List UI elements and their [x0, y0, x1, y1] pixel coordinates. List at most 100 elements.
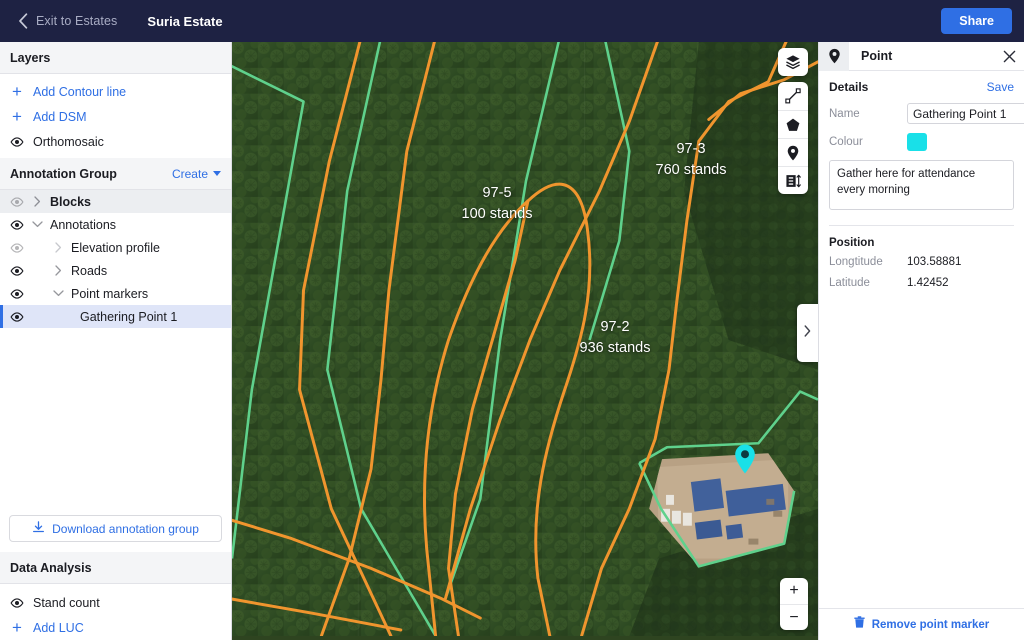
tree-item-blocks[interactable]: Blocks [0, 190, 231, 213]
latitude-label: Latitude [829, 277, 870, 289]
details-section: Details Save Name Colour [819, 71, 1024, 226]
tree-label-point-markers: Point markers [71, 286, 149, 301]
chevron-right-icon [804, 324, 811, 342]
layers-sidebar: Layers + Add Contour line + Add DSM Orth… [0, 42, 232, 640]
map-viewport[interactable]: 97-3 760 stands 97-5 100 stands 97-2 936… [232, 42, 818, 640]
chevron-right-icon[interactable] [31, 196, 43, 207]
eye-icon[interactable] [10, 597, 24, 608]
save-button[interactable]: Save [987, 80, 1014, 94]
chevron-down-icon [213, 171, 221, 176]
chevron-down-icon[interactable] [52, 290, 64, 297]
annotation-tree: Blocks Annotations Elevation profile Roa… [0, 190, 231, 328]
chevron-right-icon[interactable] [52, 242, 64, 253]
share-button[interactable]: Share [941, 8, 1012, 34]
name-input[interactable] [907, 103, 1024, 124]
latitude-row: Latitude 1.42452 [819, 277, 1024, 298]
name-field-row: Name [829, 103, 1024, 124]
plus-icon: + [12, 107, 22, 126]
add-luc-label: Add LUC [33, 620, 84, 635]
point-marker-icon[interactable] [778, 138, 808, 166]
longitude-value: 103.58881 [907, 256, 962, 268]
longitude-label: Longtitude [829, 256, 883, 268]
draw-tools-card [778, 82, 808, 194]
chevron-left-icon[interactable] [14, 12, 32, 30]
tree-label-blocks: Blocks [50, 194, 91, 209]
colour-label: Colour [829, 136, 863, 148]
data-analysis-header: Data Analysis [0, 552, 231, 584]
polygon-icon[interactable] [778, 110, 808, 138]
close-icon[interactable] [994, 42, 1024, 71]
note-textarea[interactable] [829, 160, 1014, 210]
add-dsm-button[interactable]: + Add DSM [0, 104, 231, 129]
eye-icon[interactable] [10, 242, 24, 253]
colour-swatch[interactable] [907, 133, 927, 151]
details-label: Details [829, 80, 869, 94]
plus-icon: + [12, 618, 22, 637]
download-annotation-group-button[interactable]: Download annotation group [9, 515, 222, 542]
tree-label-roads: Roads [71, 263, 108, 278]
panel-collapse-toggle[interactable] [797, 304, 818, 362]
zoom-controls: + − [780, 578, 808, 630]
create-annotation-group-button[interactable]: Create [172, 167, 221, 181]
add-contour-line-label: Add Contour line [33, 84, 127, 99]
create-label: Create [171, 166, 208, 181]
stand-count-label: Stand count [33, 595, 100, 610]
eye-icon[interactable] [10, 219, 24, 230]
remove-point-marker-label: Remove point marker [871, 618, 990, 631]
estate-name: Suria Estate [147, 13, 223, 29]
layers-list: + Add Contour line + Add DSM Orthomosaic [0, 74, 231, 158]
remove-point-marker-button[interactable]: Remove point marker [819, 608, 1024, 640]
annotation-group-header: Annotation Group Create [0, 158, 231, 190]
eye-icon[interactable] [10, 288, 24, 299]
tree-item-roads[interactable]: Roads [0, 259, 231, 282]
layer-orthomosaic[interactable]: Orthomosaic [0, 129, 231, 154]
latitude-value: 1.42452 [907, 277, 949, 289]
tree-item-point-markers[interactable]: Point markers [0, 282, 231, 305]
app-root: Exit to Estates Suria Estate Share Layer… [0, 0, 1024, 640]
point-panel-header: Point [819, 41, 1024, 71]
tree-label-annotations: Annotations [50, 217, 117, 232]
layers-icon[interactable] [778, 48, 808, 76]
add-luc-button[interactable]: + Add LUC [0, 615, 231, 640]
layers-tool-card [778, 48, 808, 76]
details-header-row: Details Save [829, 80, 1014, 94]
tree-item-gathering-point-1[interactable]: Gathering Point 1 [0, 305, 231, 328]
eye-icon[interactable] [10, 196, 24, 207]
data-analysis-list: Stand count + Add LUC [0, 584, 231, 640]
point-details-panel: Point Details Save Name Colour [818, 41, 1024, 640]
eye-icon[interactable] [10, 311, 24, 322]
map-imagery [232, 42, 818, 636]
data-analysis-title: Data Analysis [10, 560, 92, 575]
exit-to-estates-link[interactable]: Exit to Estates [36, 14, 117, 28]
tree-item-elevation-profile[interactable]: Elevation profile [0, 236, 231, 259]
elevation-profile-icon[interactable] [778, 166, 808, 194]
chevron-down-icon[interactable] [31, 221, 43, 228]
tree-item-annotations[interactable]: Annotations [0, 213, 231, 236]
name-label: Name [829, 107, 860, 120]
longitude-row: Longtitude 103.58881 [819, 256, 1024, 277]
map-tools [778, 48, 808, 194]
add-contour-line-button[interactable]: + Add Contour line [0, 79, 231, 104]
layers-section-header: Layers [0, 42, 231, 74]
panel-spacer [819, 298, 1024, 608]
trash-icon [854, 615, 865, 634]
layers-title: Layers [10, 50, 51, 65]
colour-field-row: Colour [829, 133, 1014, 151]
download-annotation-wrap: Download annotation group [0, 507, 231, 552]
download-icon [32, 520, 45, 537]
point-panel-title: Point [861, 49, 893, 63]
measure-line-icon[interactable] [778, 82, 808, 110]
plus-icon: + [12, 82, 22, 101]
annotation-group-title: Annotation Group [10, 166, 117, 181]
analysis-item-stand-count[interactable]: Stand count [0, 590, 231, 615]
main-body: Layers + Add Contour line + Add DSM Orth… [0, 41, 1024, 640]
tree-label-elevation-profile: Elevation profile [71, 240, 160, 255]
eye-icon[interactable] [10, 265, 24, 276]
zoom-out-button[interactable]: − [780, 604, 808, 630]
eye-icon[interactable] [10, 136, 24, 147]
zoom-in-button[interactable]: + [780, 578, 808, 604]
position-label: Position [829, 237, 875, 249]
download-annotation-group-label: Download annotation group [52, 521, 199, 536]
chevron-right-icon[interactable] [52, 265, 64, 276]
